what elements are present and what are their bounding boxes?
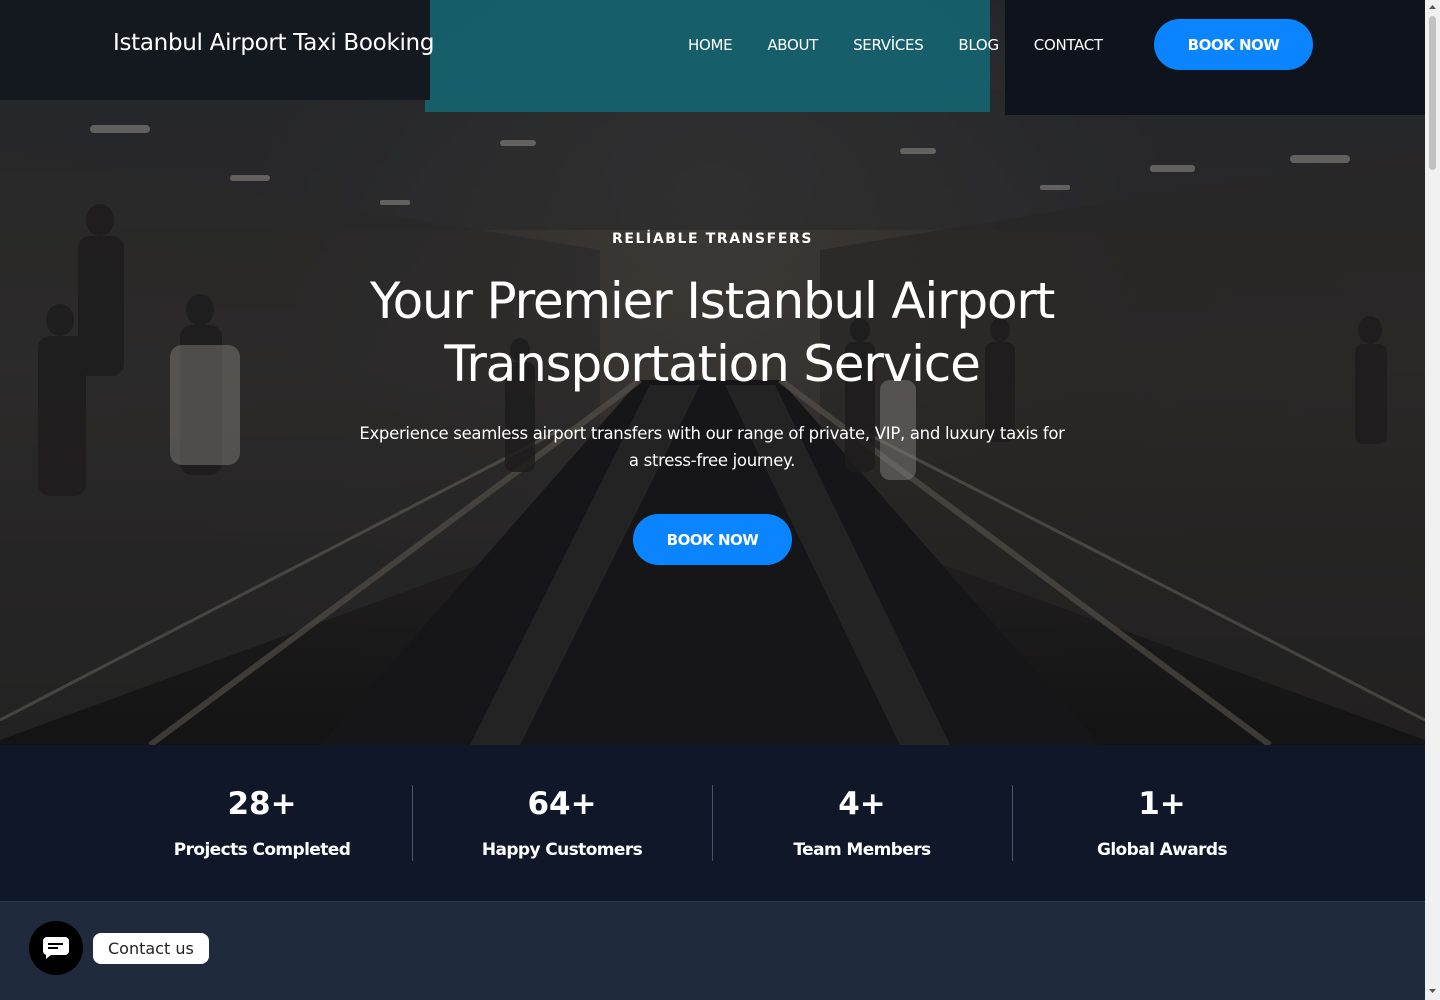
stat-team-members: 4+ Team Members (712, 745, 1012, 901)
stat-label: Projects Completed (173, 840, 351, 860)
nav-item-services[interactable]: SERVİCES (853, 36, 924, 54)
top-navigation: Istanbul Airport Taxi Booking HOME ABOUT… (0, 0, 1425, 90)
hero-headline: Your Premier Istanbul Airport Transporta… (262, 270, 1162, 396)
hero-section: Istanbul Airport Taxi Booking HOME ABOUT… (0, 0, 1425, 745)
stat-projects-completed: 28+ Projects Completed (112, 745, 412, 901)
hero-subtext: Experience seamless airport transfers wi… (359, 424, 1065, 470)
hero-headline-line-2: Transportation Service (444, 335, 981, 393)
hero-book-now-button[interactable]: BOOK NOW (633, 514, 792, 565)
scrollbar-thumb[interactable] (1429, 16, 1436, 170)
nav-item-blog[interactable]: BLOG (958, 36, 999, 54)
next-section (0, 902, 1425, 1000)
hero-eyebrow: RELİABLE TRANSFERS (611, 231, 814, 247)
stats-bar: 28+ Projects Completed 64+ Happy Custome… (0, 745, 1425, 902)
nav-book-now-button[interactable]: BOOK NOW (1154, 19, 1313, 70)
scroll-down-arrow-icon[interactable] (1425, 986, 1440, 996)
chat-widget-label[interactable]: Contact us (93, 933, 209, 964)
nav-item-about[interactable]: ABOUT (767, 36, 818, 54)
stat-value: 28+ (227, 786, 297, 822)
site-title[interactable]: Istanbul Airport Taxi Booking (113, 30, 434, 56)
nav-item-contact[interactable]: CONTACT (1034, 36, 1103, 54)
stat-label: Happy Customers (481, 840, 643, 860)
chat-bubble-icon (43, 937, 69, 959)
page-scrollbar[interactable] (1425, 0, 1440, 1000)
stat-global-awards: 1+ Global Awards (1012, 745, 1312, 901)
stat-value: 1+ (1138, 786, 1186, 822)
stat-value: 4+ (838, 786, 886, 822)
stat-label: Global Awards (1096, 840, 1228, 860)
stat-happy-customers: 64+ Happy Customers (412, 745, 712, 901)
main-menu: HOME ABOUT SERVİCES BLOG CONTACT (688, 36, 1138, 54)
nav-item-home[interactable]: HOME (688, 36, 733, 54)
scroll-up-arrow-icon[interactable] (1425, 2, 1440, 12)
hero-headline-line-1: Your Premier Istanbul Airport (369, 272, 1055, 330)
stat-label: Team Members (793, 840, 931, 860)
stat-value: 64+ (527, 786, 597, 822)
chat-widget-button[interactable] (29, 921, 83, 975)
